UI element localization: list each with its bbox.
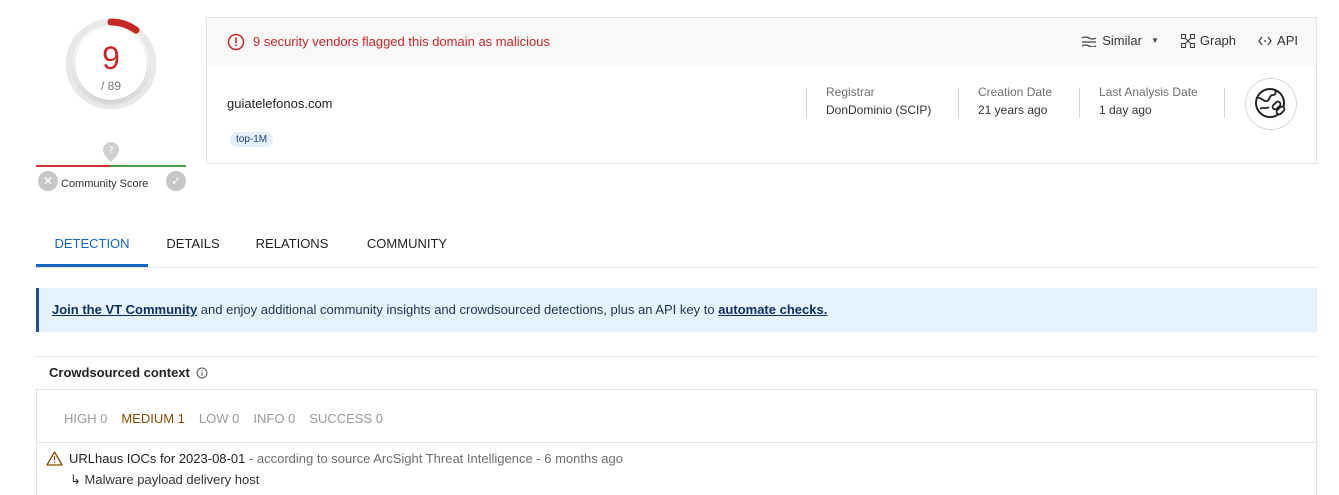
crowdsourced-header: Crowdsourced context <box>49 365 208 380</box>
section-title: Crowdsourced context <box>49 365 190 380</box>
filter-high[interactable]: HIGH 0 <box>64 411 107 426</box>
report-tabs: DETECTION DETAILS RELATIONS COMMUNITY <box>36 226 1317 268</box>
meta-divider <box>1224 88 1225 118</box>
negative-votes-bar <box>36 165 110 167</box>
crowdsourced-body: HIGH 0 MEDIUM 1 LOW 0 INFO 0 SUCCESS 0 U… <box>36 389 1317 495</box>
meta-value: DonDominio (SCIP) <box>826 103 932 117</box>
crowdsourced-context-section: Crowdsourced context HIGH 0 MEDIUM 1 LOW… <box>36 356 1317 495</box>
ioc-item: URLhaus IOCs for 2023-08-01 - according … <box>46 451 623 466</box>
meta-last-analysis: Last Analysis Date 1 day ago <box>1079 85 1198 118</box>
api-icon <box>1258 36 1272 45</box>
banner-text: and enjoy additional community insights … <box>197 302 719 317</box>
api-button[interactable]: API <box>1258 33 1298 48</box>
detection-score-widget: 9 / 89 ? ✕ Community Score ✓ <box>36 10 186 195</box>
meta-value: 21 years ago <box>978 103 1048 117</box>
filter-success[interactable]: SUCCESS 0 <box>309 411 383 426</box>
ioc-description: ↳ Malware payload delivery host <box>70 472 260 487</box>
vote-malicious-button[interactable]: ✕ <box>38 171 58 191</box>
header-toolbar: Similar ▼ Graph API <box>1081 33 1298 48</box>
meta-registrar: Registrar DonDominio (SCIP) <box>806 85 932 118</box>
filter-divider <box>37 442 1316 443</box>
meta-label: Registrar <box>826 85 875 99</box>
svg-text:?: ? <box>109 146 114 156</box>
ioc-source: - according to source ArcSight Threat In… <box>245 451 623 466</box>
community-score-bar <box>36 165 186 167</box>
detection-count: 9 <box>102 40 120 76</box>
globe-link-icon <box>1255 88 1286 118</box>
vote-harmless-button[interactable]: ✓ <box>166 171 186 191</box>
domain-summary-card: 9 security vendors flagged this domain a… <box>206 17 1317 164</box>
graph-icon <box>1180 33 1195 48</box>
detection-gauge: 9 / 89 <box>64 17 158 111</box>
meta-creation-date: Creation Date 21 years ago <box>958 85 1053 118</box>
positive-votes-bar <box>110 165 186 167</box>
automate-checks-link[interactable]: automate checks. <box>718 302 827 317</box>
similar-icon <box>1081 35 1097 47</box>
severity-filters: HIGH 0 MEDIUM 1 LOW 0 INFO 0 SUCCESS 0 <box>64 411 383 426</box>
alert-circle-icon <box>227 33 245 51</box>
similar-label: Similar <box>1102 33 1142 48</box>
warning-icon <box>46 451 63 466</box>
malicious-alert-text: 9 security vendors flagged this domain a… <box>253 34 550 49</box>
meta-label: Last Analysis Date <box>1099 85 1198 99</box>
engine-total: / 89 <box>100 79 121 93</box>
meta-value: 1 day ago <box>1099 103 1152 117</box>
community-score-label: Community Score <box>61 178 149 190</box>
tab-details[interactable]: DETAILS <box>162 226 224 267</box>
community-marker-icon: ? <box>103 142 119 162</box>
meta-label: Creation Date <box>978 85 1053 99</box>
api-label: API <box>1277 33 1298 48</box>
caret-down-icon: ▼ <box>1150 36 1159 45</box>
tab-community[interactable]: COMMUNITY <box>362 226 452 267</box>
filter-medium[interactable]: MEDIUM 1 <box>121 411 185 426</box>
check-icon: ✓ <box>170 174 182 188</box>
tab-relations[interactable]: RELATIONS <box>252 226 332 267</box>
alert-header: 9 security vendors flagged this domain a… <box>207 18 1316 66</box>
domain-tag[interactable]: top-1M <box>230 132 274 147</box>
ioc-title: URLhaus IOCs for 2023-08-01 <box>69 451 246 466</box>
info-icon[interactable] <box>196 367 208 379</box>
filter-info[interactable]: INFO 0 <box>253 411 295 426</box>
domain-avatar <box>1245 78 1297 130</box>
tab-detection[interactable]: DETECTION <box>36 226 148 267</box>
graph-button[interactable]: Graph <box>1180 33 1237 48</box>
similar-dropdown[interactable]: Similar ▼ <box>1081 33 1159 48</box>
graph-label: Graph <box>1199 33 1237 48</box>
close-icon: ✕ <box>42 174 54 188</box>
join-community-link[interactable]: Join the VT Community <box>52 302 197 317</box>
domain-name: guiatelefonos.com <box>227 96 333 111</box>
community-banner: Join the VT Community and enjoy addition… <box>36 288 1317 332</box>
filter-low[interactable]: LOW 0 <box>199 411 239 426</box>
